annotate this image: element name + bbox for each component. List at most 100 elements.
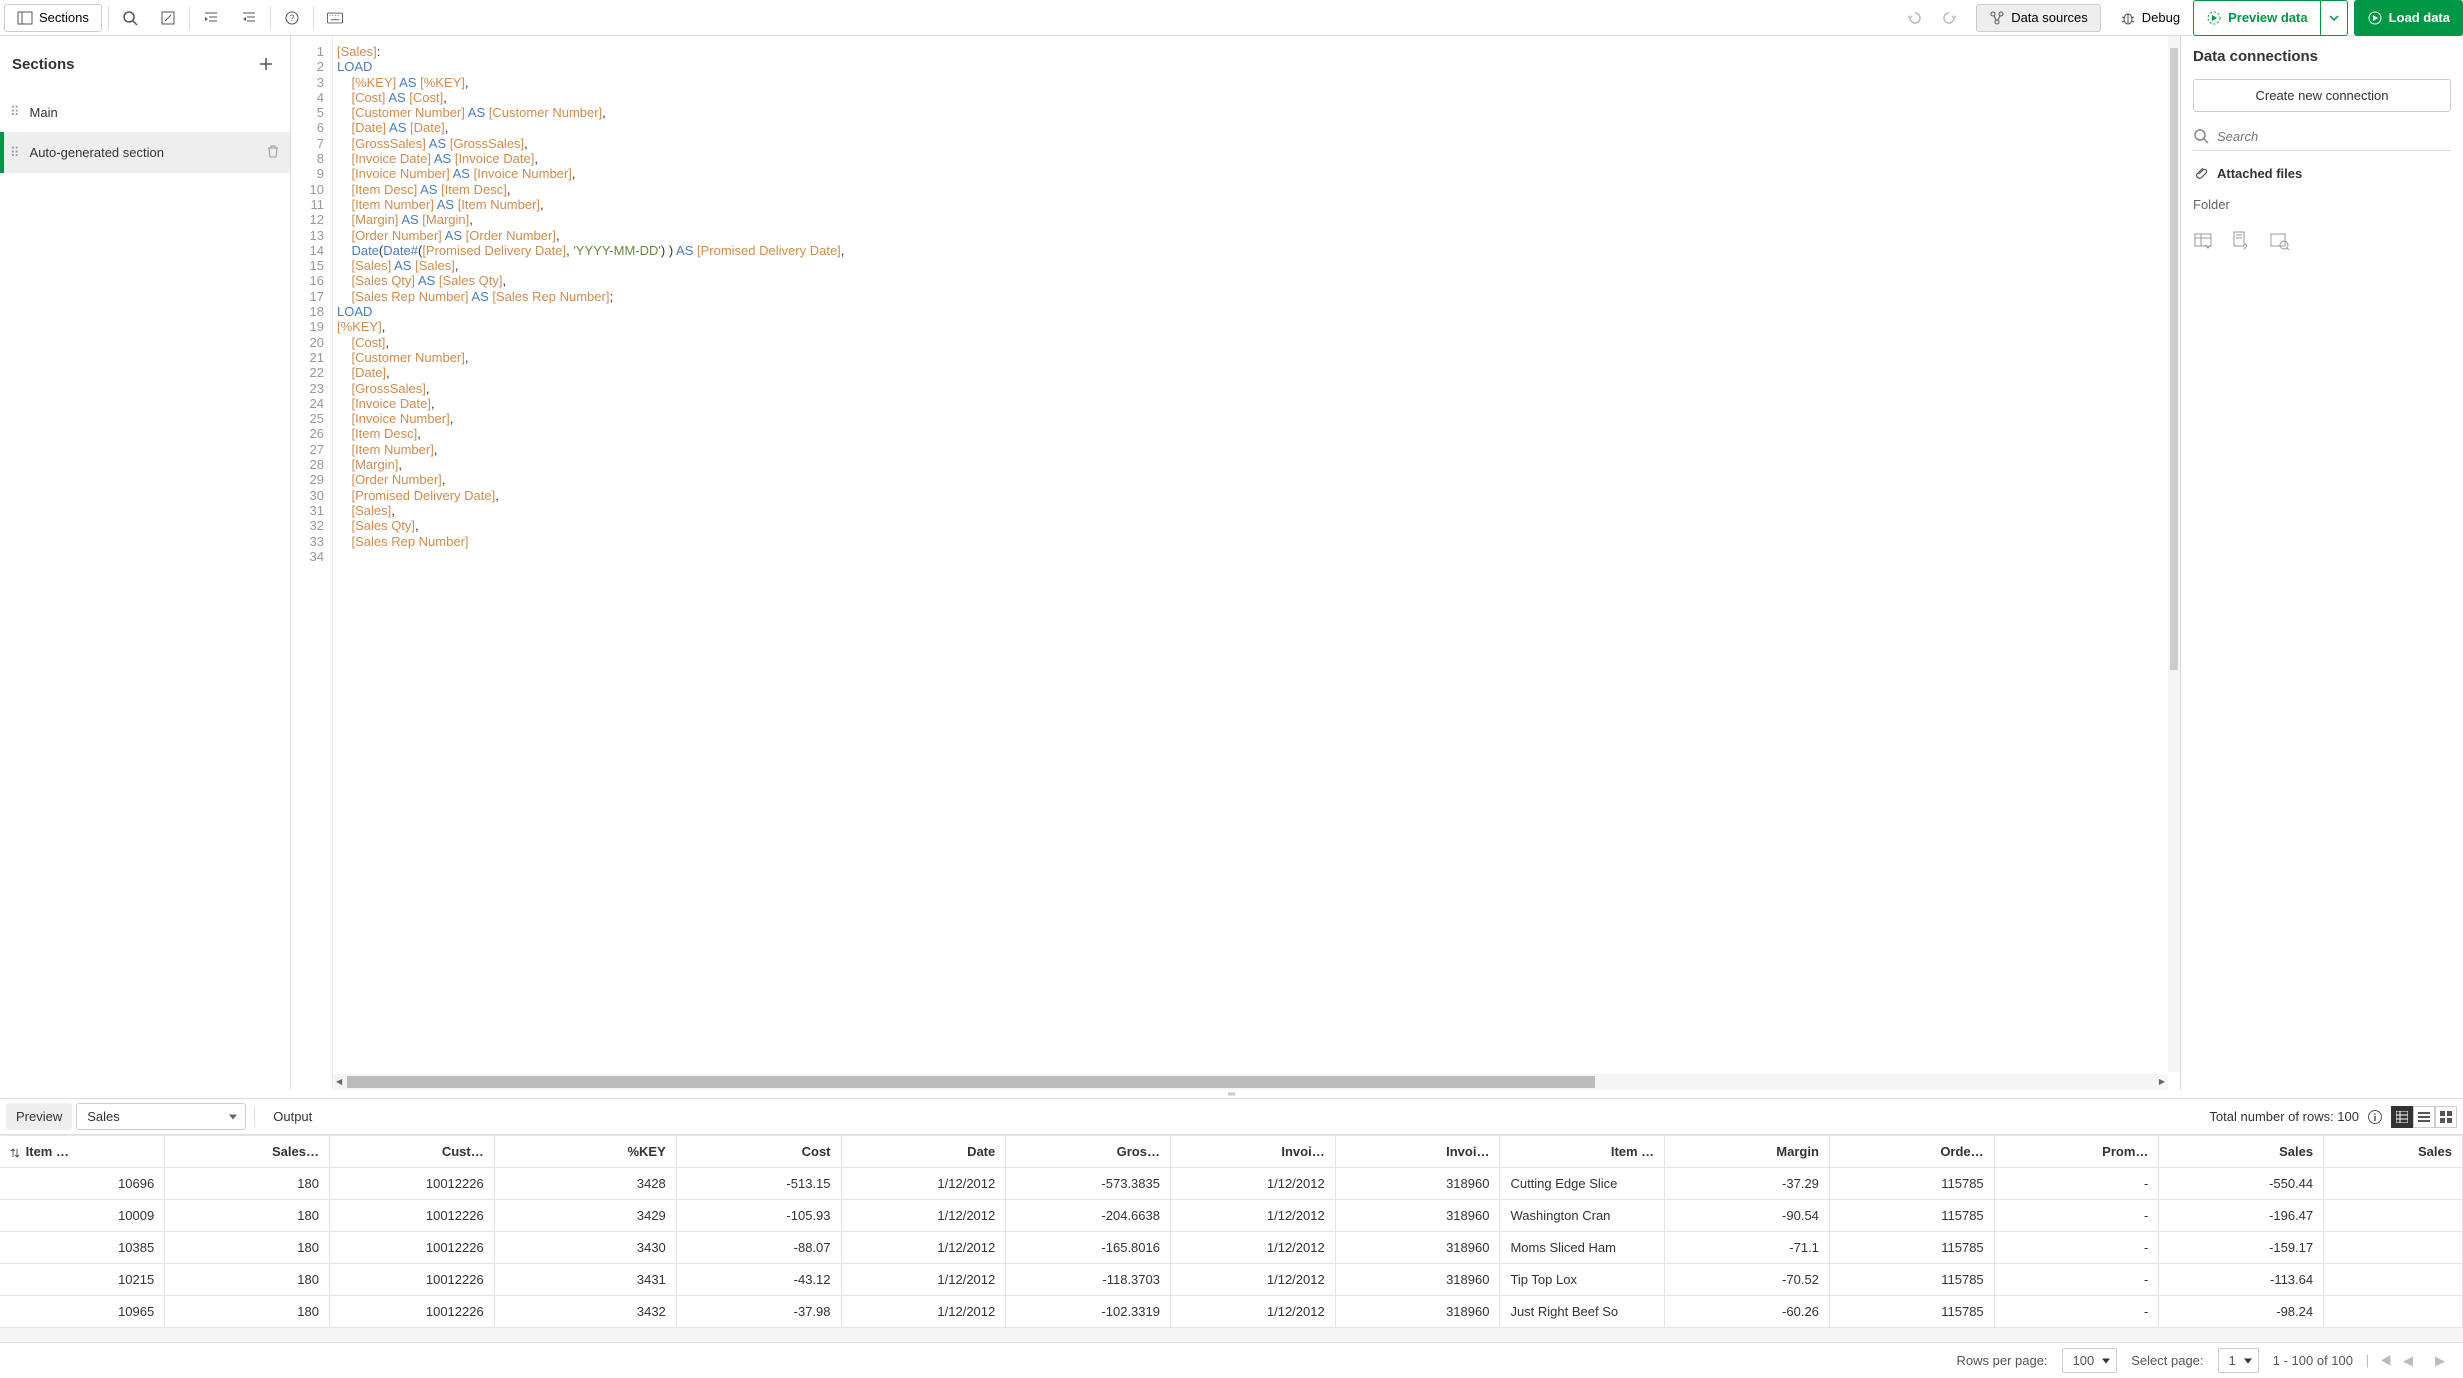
- preview-grid[interactable]: Item …Sales…Cust…%KEYCostDateGros…Invoi……: [0, 1135, 2463, 1328]
- table-cell: 1/12/2012: [1170, 1168, 1335, 1200]
- table-cell: [2324, 1232, 2463, 1264]
- table-row[interactable]: 10215180100122263431-43.121/12/2012-118.…: [0, 1264, 2463, 1296]
- script-editor-wrap: 1234567891011121314151617181920212223242…: [291, 36, 2180, 1090]
- data-sources-button[interactable]: Data sources: [1976, 4, 2101, 32]
- drag-handle-icon[interactable]: ⠿: [10, 104, 20, 120]
- table-cell: 10012226: [329, 1232, 494, 1264]
- view-table-button[interactable]: [2391, 1106, 2413, 1128]
- svg-text:?: ?: [289, 13, 294, 23]
- column-header[interactable]: Cost: [676, 1136, 841, 1168]
- table-cell: -118.3703: [1006, 1264, 1171, 1296]
- connections-search-input[interactable]: [2217, 129, 2451, 144]
- table-row[interactable]: 10965180100122263432-37.981/12/2012-102.…: [0, 1296, 2463, 1328]
- debug-button[interactable]: Debug: [2107, 0, 2193, 36]
- table-cell: 180: [165, 1264, 330, 1296]
- table-row[interactable]: 10009180100122263429-105.931/12/2012-204…: [0, 1200, 2463, 1232]
- code-area[interactable]: [Sales]:LOAD [%KEY] AS [%KEY], [Cost] AS…: [333, 36, 2180, 1090]
- add-section-button[interactable]: [254, 52, 278, 76]
- keyboard-button[interactable]: [316, 0, 354, 36]
- column-header[interactable]: Prom…: [1994, 1136, 2159, 1168]
- tab-preview[interactable]: Preview: [6, 1103, 72, 1130]
- table-cell: [2324, 1296, 2463, 1328]
- search-button[interactable]: [111, 0, 149, 36]
- table-cell: 10012226: [329, 1168, 494, 1200]
- table-cell: Just Right Beef So: [1500, 1296, 1665, 1328]
- preview-data-dropdown[interactable]: [2321, 0, 2348, 36]
- table-cell: -: [1994, 1168, 2159, 1200]
- view-list-button[interactable]: [2413, 1106, 2435, 1128]
- indent-button[interactable]: [192, 0, 230, 36]
- play-circle-icon: [2367, 10, 2383, 26]
- preview-data-button[interactable]: Preview data: [2193, 0, 2321, 36]
- column-header[interactable]: Date: [841, 1136, 1006, 1168]
- delete-section-button[interactable]: [266, 144, 280, 161]
- page-next-button[interactable]: ▶: [2431, 1353, 2449, 1369]
- info-icon[interactable]: [2367, 1109, 2383, 1125]
- select-page-select[interactable]: 1: [2218, 1348, 2259, 1373]
- insert-script-icon[interactable]: [2231, 230, 2251, 250]
- column-header[interactable]: Invoi…: [1170, 1136, 1335, 1168]
- table-cell: [2324, 1168, 2463, 1200]
- view-grid-button[interactable]: [2435, 1106, 2457, 1128]
- view-files-icon[interactable]: [2269, 230, 2289, 250]
- load-data-button[interactable]: Load data: [2354, 0, 2463, 36]
- help-button[interactable]: ?: [273, 0, 311, 36]
- tab-output[interactable]: Output: [263, 1103, 322, 1130]
- page-first-button[interactable]: ⎸◀: [2367, 1353, 2385, 1369]
- column-header[interactable]: Cust…: [329, 1136, 494, 1168]
- trash-icon: [266, 144, 280, 158]
- table-cell: 318960: [1335, 1200, 1500, 1232]
- connections-search[interactable]: [2193, 122, 2451, 151]
- column-header[interactable]: Item …: [1500, 1136, 1665, 1168]
- comment-button[interactable]: [149, 0, 187, 36]
- separator: [313, 6, 314, 30]
- drag-handle-icon[interactable]: ⠿: [10, 145, 20, 161]
- outdent-button[interactable]: [230, 0, 268, 36]
- sidebar-item[interactable]: ⠿ Auto-generated section: [0, 132, 290, 173]
- sections-toggle-button[interactable]: Sections: [4, 4, 102, 32]
- column-header[interactable]: Item …: [0, 1136, 165, 1168]
- column-header[interactable]: Gros…: [1006, 1136, 1171, 1168]
- table-cell: 1/12/2012: [841, 1168, 1006, 1200]
- table-cell: -70.52: [1665, 1264, 1830, 1296]
- grid-horizontal-scrollbar[interactable]: [0, 1328, 2463, 1342]
- column-header[interactable]: Sales: [2159, 1136, 2324, 1168]
- preview-data-label: Preview data: [2228, 10, 2308, 25]
- column-header[interactable]: %KEY: [494, 1136, 676, 1168]
- column-header[interactable]: Sales: [2324, 1136, 2463, 1168]
- vertical-scrollbar[interactable]: [2168, 36, 2180, 1072]
- table-cell: 115785: [1829, 1168, 1994, 1200]
- column-header[interactable]: Margin: [1665, 1136, 1830, 1168]
- page-range-label: 1 - 100 of 100: [2273, 1353, 2353, 1368]
- sidebar-item[interactable]: ⠿ Main: [0, 92, 290, 132]
- table-cell: -105.93: [676, 1200, 841, 1232]
- preview-table-select[interactable]: Sales: [76, 1103, 246, 1130]
- table-row[interactable]: 10696180100122263428-513.151/12/2012-573…: [0, 1168, 2463, 1200]
- folder-label: Folder: [2193, 195, 2451, 214]
- undo-button[interactable]: [1894, 0, 1932, 36]
- select-data-icon[interactable]: [2193, 230, 2213, 250]
- table-cell: 1/12/2012: [1170, 1296, 1335, 1328]
- page-prev-button[interactable]: ◀: [2399, 1353, 2417, 1369]
- rows-per-page-select[interactable]: 100: [2062, 1348, 2118, 1373]
- horizontal-scrollbar[interactable]: [333, 1074, 2168, 1090]
- redo-button[interactable]: [1932, 0, 1970, 36]
- table-cell: -: [1994, 1200, 2159, 1232]
- column-header[interactable]: Sales…: [165, 1136, 330, 1168]
- create-connection-button[interactable]: Create new connection: [2193, 79, 2451, 112]
- table-cell: 3432: [494, 1296, 676, 1328]
- table-cell: 10012226: [329, 1264, 494, 1296]
- column-header[interactable]: Orde…: [1829, 1136, 1994, 1168]
- table-cell: 10385: [0, 1232, 165, 1264]
- table-cell: 115785: [1829, 1200, 1994, 1232]
- chevron-down-icon: [2329, 15, 2339, 21]
- sidebar-title: Sections: [12, 56, 75, 73]
- table-cell: 1/12/2012: [1170, 1264, 1335, 1296]
- preview-icon: [2206, 10, 2222, 26]
- undo-icon: [1905, 10, 1921, 26]
- script-editor[interactable]: 1234567891011121314151617181920212223242…: [291, 36, 2180, 1090]
- table-row[interactable]: 10385180100122263430-88.071/12/2012-165.…: [0, 1232, 2463, 1264]
- horizontal-splitter[interactable]: ═: [0, 1090, 2463, 1098]
- column-header[interactable]: Invoi…: [1335, 1136, 1500, 1168]
- load-data-label: Load data: [2389, 10, 2450, 25]
